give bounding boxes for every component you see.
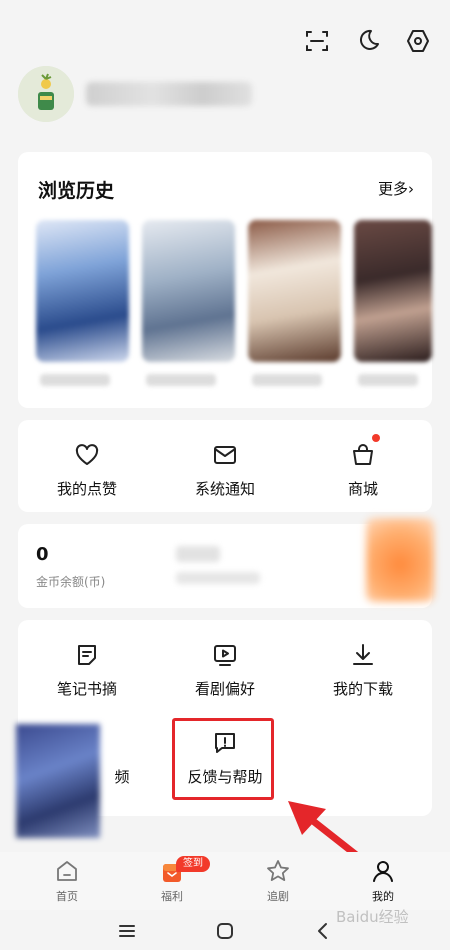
tab-welfare-label: 福利	[161, 890, 183, 903]
download-icon	[350, 642, 376, 668]
coin-balance-value: 0	[36, 544, 49, 565]
avatar[interactable]	[18, 66, 74, 122]
heart-icon	[74, 442, 100, 468]
history-caption	[146, 374, 216, 386]
notifications-button[interactable]: 系统通知	[156, 442, 294, 499]
preferences-button[interactable]: 看剧偏好	[156, 642, 294, 699]
mail-icon	[212, 442, 238, 468]
menu-icon[interactable]	[116, 920, 138, 942]
tab-mine[interactable]: 我的	[353, 858, 413, 904]
tab-home-label: 首页	[56, 890, 78, 903]
preferences-label: 看剧偏好	[194, 680, 255, 698]
history-more-link[interactable]: 更多›	[378, 178, 414, 199]
home-nav-icon[interactable]	[214, 920, 236, 942]
notifications-label: 系统通知	[194, 480, 255, 498]
shopping-bag-icon	[350, 442, 376, 468]
downloads-label: 我的下载	[332, 680, 393, 698]
downloads-button[interactable]: 我的下载	[294, 642, 432, 699]
settings-icon[interactable]	[405, 28, 431, 54]
promo-image[interactable]	[366, 518, 434, 602]
history-card: 浏览历史 更多›	[18, 152, 432, 408]
tab-home[interactable]: 首页	[37, 858, 97, 904]
checkin-badge: 签到	[176, 856, 210, 872]
mall-label: 商城	[347, 480, 378, 498]
coin-info-blur	[176, 572, 260, 584]
watermark: Baidu经验	[336, 908, 409, 926]
history-poster[interactable]	[354, 220, 432, 362]
history-caption	[252, 374, 322, 386]
home-icon	[54, 858, 80, 884]
floating-video-thumbnail[interactable]	[16, 724, 100, 838]
tab-following-label: 追剧	[267, 890, 289, 903]
tab-bar: 首页 福利 追剧 我的	[0, 852, 450, 910]
notes-label: 笔记书摘	[56, 680, 117, 698]
coin-info-blur	[176, 546, 220, 562]
star-icon	[265, 858, 291, 884]
history-poster[interactable]	[36, 220, 129, 362]
mall-button[interactable]: 商城	[294, 442, 432, 499]
highlight-annotation	[172, 718, 274, 800]
history-caption	[40, 374, 110, 386]
back-icon[interactable]	[312, 920, 334, 942]
username[interactable]	[86, 82, 252, 106]
quick-actions-card: 我的点赞 系统通知 商城	[18, 420, 432, 512]
tab-following[interactable]: 追剧	[248, 858, 308, 904]
tab-mine-label: 我的	[372, 890, 394, 903]
coin-balance-label: 金币余额(币)	[36, 575, 106, 589]
notes-button[interactable]: 笔记书摘	[18, 642, 156, 699]
notification-dot	[372, 434, 380, 442]
play-screen-icon	[212, 642, 238, 668]
person-icon	[370, 858, 396, 884]
history-poster[interactable]	[248, 220, 341, 362]
history-caption	[358, 374, 418, 386]
likes-button[interactable]: 我的点赞	[18, 442, 156, 499]
scan-icon[interactable]	[304, 28, 330, 54]
likes-label: 我的点赞	[56, 480, 117, 498]
note-icon	[74, 642, 100, 668]
moon-icon[interactable]	[355, 28, 381, 54]
history-poster[interactable]	[142, 220, 235, 362]
history-title: 浏览历史	[38, 180, 115, 202]
